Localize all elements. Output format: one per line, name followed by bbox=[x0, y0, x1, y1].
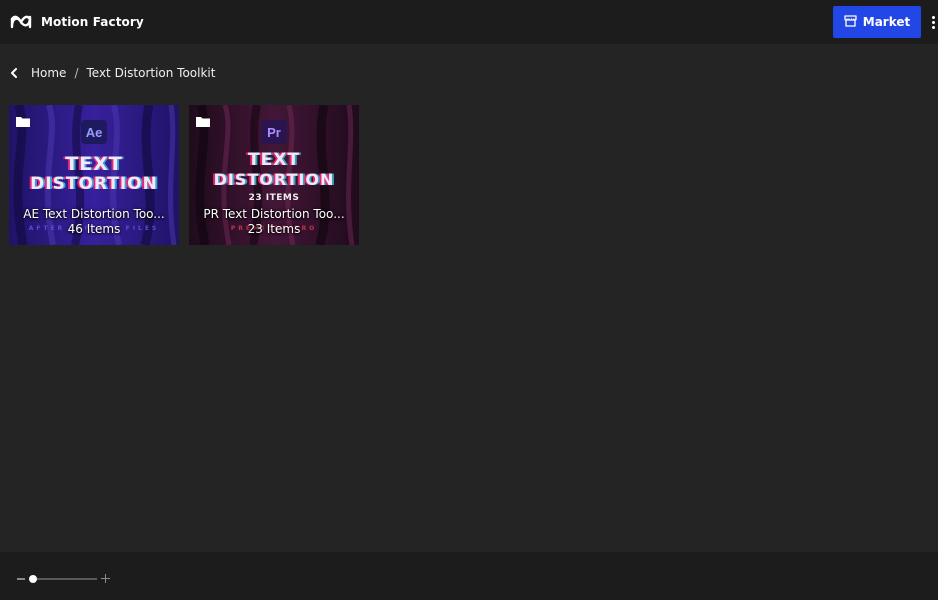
thumbnail-art-text: DISTORTION bbox=[30, 174, 158, 194]
breadcrumb-current: Text Distortion Toolkit bbox=[86, 66, 216, 80]
folder-icon bbox=[196, 112, 210, 131]
folder-card-ae[interactable]: Ae TEXT DISTORTION AFTER EFFECTS FILES A… bbox=[9, 105, 179, 245]
breadcrumb-home[interactable]: Home bbox=[31, 66, 66, 80]
folder-item-count: 23 Items bbox=[247, 222, 301, 236]
market-button[interactable]: Market bbox=[833, 6, 921, 38]
app-title: Motion Factory bbox=[41, 15, 144, 29]
breadcrumb-separator: / bbox=[74, 66, 79, 80]
folder-card-pr[interactable]: Pr TEXT DISTORTION 23 ITEMS PREMIERE PRO… bbox=[189, 105, 359, 245]
zoom-slider-handle[interactable] bbox=[29, 575, 38, 583]
market-label: Market bbox=[862, 15, 911, 29]
thumbnail-art-subtext: 23 ITEMS bbox=[248, 193, 300, 203]
thumbnail-art-text: TEXT bbox=[65, 153, 123, 175]
folder-icon bbox=[16, 112, 30, 131]
folder-item-count: 46 Items bbox=[67, 222, 121, 236]
after-effects-badge: Ae bbox=[81, 120, 107, 144]
folder-title: PR Text Distortion Too... bbox=[203, 207, 345, 221]
zoom-slider[interactable] bbox=[29, 575, 97, 583]
more-vertical-icon[interactable] bbox=[928, 12, 938, 32]
premiere-pro-badge: Pr bbox=[261, 120, 287, 144]
thumbnail-art-text: DISTORTION bbox=[213, 170, 335, 189]
store-icon bbox=[844, 14, 863, 30]
breadcrumb: Home / Text Distortion Toolkit bbox=[10, 63, 215, 83]
chevron-left-icon[interactable] bbox=[10, 63, 22, 83]
folder-title: AE Text Distortion Too... bbox=[23, 207, 165, 221]
thumbnail-art-text: TEXT bbox=[248, 150, 300, 170]
motion-factory-logo-icon[interactable] bbox=[10, 15, 32, 29]
minus-icon[interactable] bbox=[17, 578, 25, 580]
plus-icon[interactable] bbox=[101, 574, 110, 583]
footer-bar bbox=[0, 552, 938, 600]
top-bar: Motion Factory Market bbox=[0, 0, 938, 44]
